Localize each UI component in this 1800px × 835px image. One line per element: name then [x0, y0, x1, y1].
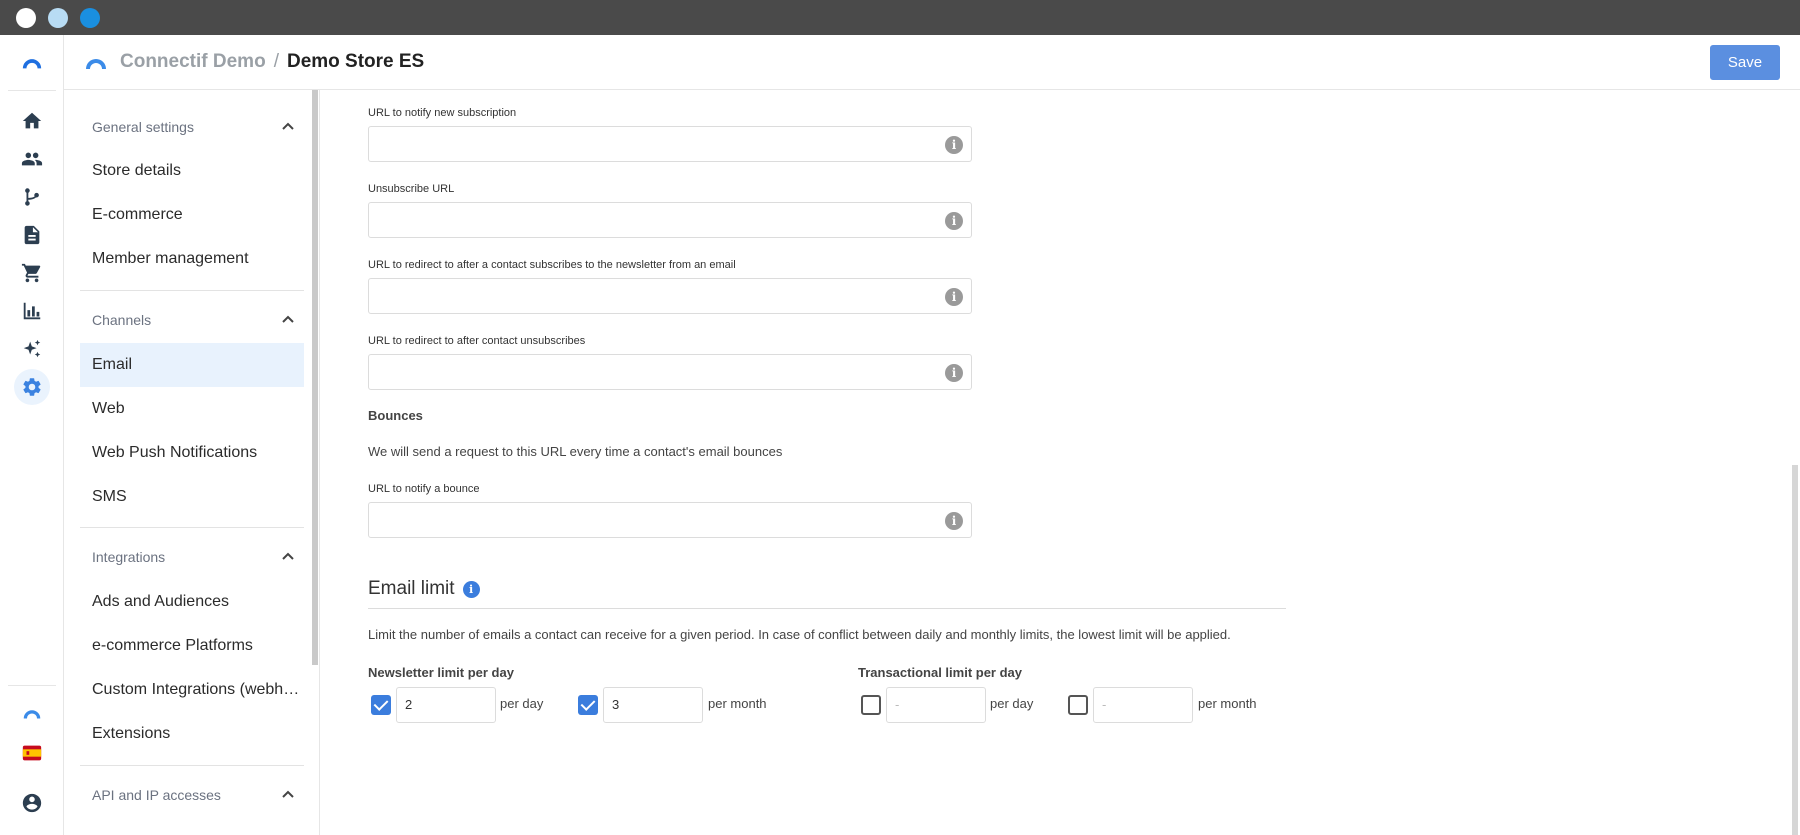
breadcrumb-org[interactable]: Connectif Demo — [120, 51, 266, 72]
nav-item-member-management[interactable]: Member management — [80, 237, 304, 281]
sidebar-scrollbar[interactable] — [312, 90, 318, 665]
transactional-monthly-input[interactable]: - — [1093, 687, 1193, 723]
nav-item-extensions[interactable]: Extensions — [80, 712, 304, 756]
nav-section-integrations[interactable]: Integrations — [80, 535, 304, 579]
info-icon[interactable]: i — [945, 212, 963, 230]
nav-section-integrations-title: Integrations — [92, 549, 166, 565]
nav-section-api[interactable]: API and IP accesses — [80, 773, 304, 817]
info-icon[interactable]: i — [945, 364, 963, 382]
window-maximize-button[interactable] — [80, 8, 100, 28]
newsletter-monthly-unit: per month — [708, 696, 767, 711]
rail-logo[interactable] — [14, 43, 50, 79]
nav-section-channels[interactable]: Channels — [80, 298, 304, 342]
rail-ai[interactable] — [14, 331, 50, 367]
transactional-monthly-unit: per month — [1198, 696, 1257, 711]
transactional-daily-input[interactable]: - — [886, 687, 986, 723]
nav-item-ecommerce[interactable]: E-commerce — [80, 193, 304, 237]
rail-account-logo[interactable] — [14, 695, 50, 731]
rail-store-flag[interactable] — [14, 735, 50, 771]
email-limit-title: Email limit — [368, 578, 455, 599]
breadcrumb-store: Demo Store ES — [286, 51, 425, 72]
breadcrumb: Connectif Demo / Demo Store ES — [120, 50, 424, 74]
nav-item-ads-audiences[interactable]: Ads and Audiences — [80, 580, 304, 624]
rail-settings[interactable] — [14, 369, 50, 405]
transactional-limit-label: Transactional limit per day — [858, 665, 1022, 680]
unsubscribe-url-label: Unsubscribe URL — [368, 183, 455, 195]
nav-item-custom-integrations[interactable]: Custom Integrations (webh… — [80, 668, 304, 712]
chevron-up-icon — [282, 315, 294, 323]
store-logo-icon — [86, 59, 106, 69]
info-icon[interactable]: i — [462, 580, 480, 598]
content-icon — [24, 225, 40, 245]
email-limit-description: Limit the number of emails a contact can… — [368, 627, 1231, 642]
chevron-up-icon — [282, 552, 294, 560]
reports-icon — [23, 302, 41, 320]
newsletter-daily-checkbox[interactable] — [371, 695, 391, 715]
chevron-up-icon — [282, 790, 294, 798]
divider — [368, 608, 1286, 609]
rail-content[interactable] — [14, 217, 50, 253]
workflows-icon — [25, 188, 39, 206]
nav-item-web-push[interactable]: Web Push Notifications — [80, 431, 304, 475]
email-settings-form: URL to notify new subscription i Unsubsc… — [320, 90, 1790, 835]
bounce-url-label: URL to notify a bounce — [368, 483, 480, 495]
settings-gear-icon — [23, 378, 41, 396]
nav-item-store-details[interactable]: Store details — [80, 149, 304, 193]
email-limit-heading: Email limit i — [368, 578, 480, 600]
info-icon[interactable]: i — [945, 512, 963, 530]
transactional-monthly-checkbox[interactable] — [1068, 695, 1088, 715]
page-header: Connectif Demo / Demo Store ES Save — [64, 35, 1800, 90]
window-titlebar — [0, 0, 1800, 35]
newsletter-monthly-input[interactable]: 3 — [603, 687, 703, 723]
redirect-subscribe-url-input[interactable]: i — [368, 278, 972, 314]
bounces-title: Bounces — [368, 408, 423, 423]
nav-section-api-title: API and IP accesses — [92, 787, 221, 803]
newsletter-monthly-checkbox[interactable] — [578, 695, 598, 715]
breadcrumb-separator: / — [273, 51, 279, 72]
info-icon[interactable]: i — [945, 288, 963, 306]
rail-contacts[interactable] — [14, 141, 50, 177]
redirect-unsubscribe-url-label: URL to redirect to after contact unsubsc… — [368, 335, 586, 347]
nav-item-web[interactable]: Web — [80, 387, 304, 431]
rail-ecommerce[interactable] — [14, 255, 50, 291]
newsletter-daily-input[interactable]: 2 — [396, 687, 496, 723]
spain-flag-icon — [22, 745, 42, 761]
bounces-description: We will send a request to this URL every… — [368, 444, 783, 459]
nav-section-general-title: General settings — [92, 119, 194, 135]
nav-section-general[interactable]: General settings — [80, 105, 304, 149]
rail-user[interactable] — [14, 785, 50, 821]
user-account-icon — [22, 793, 42, 813]
nav-item-sms[interactable]: SMS — [80, 475, 304, 519]
settings-sidebar: General settings Store details E-commerc… — [64, 90, 320, 835]
main-scrollbar[interactable] — [1792, 465, 1798, 835]
app-rail — [0, 35, 64, 835]
rail-workflows[interactable] — [14, 179, 50, 215]
unsubscribe-url-input[interactable]: i — [368, 202, 972, 238]
info-icon[interactable]: i — [945, 136, 963, 154]
window-minimize-button[interactable] — [48, 8, 68, 28]
window-close-button[interactable] — [16, 8, 36, 28]
subscription-url-input[interactable]: i — [368, 126, 972, 162]
subscription-url-label: URL to notify new subscription — [368, 107, 517, 119]
chevron-up-icon — [282, 122, 294, 130]
nav-section-channels-title: Channels — [92, 312, 152, 328]
connectif-logo-icon — [23, 710, 41, 719]
rail-reports[interactable] — [14, 293, 50, 329]
ai-sparkles-icon — [23, 339, 41, 358]
contacts-icon — [21, 152, 43, 166]
save-button[interactable]: Save — [1710, 45, 1780, 80]
nav-item-email[interactable]: Email — [80, 343, 304, 387]
ecommerce-cart-icon — [21, 263, 41, 283]
connectif-arc-icon — [22, 59, 42, 69]
newsletter-limit-label: Newsletter limit per day — [368, 665, 514, 680]
home-icon — [22, 112, 42, 129]
transactional-daily-checkbox[interactable] — [861, 695, 881, 715]
newsletter-daily-unit: per day — [500, 696, 544, 711]
redirect-unsubscribe-url-input[interactable]: i — [368, 354, 972, 390]
transactional-daily-unit: per day — [990, 696, 1034, 711]
rail-home[interactable] — [14, 103, 50, 139]
redirect-subscribe-url-label: URL to redirect to after a contact subsc… — [368, 259, 736, 271]
nav-item-ecommerce-platforms[interactable]: e-commerce Platforms — [80, 624, 304, 668]
bounce-url-input[interactable]: i — [368, 502, 972, 538]
